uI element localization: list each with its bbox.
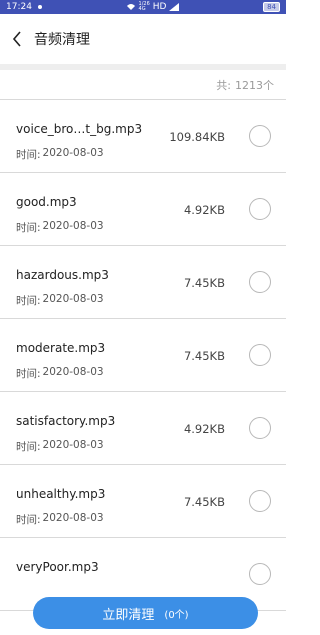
status-bar: 17:24 1/26 4G HD 84 xyxy=(0,0,286,14)
audio-file-list: voice_bro…t_bg.mp3 时间: 2020-08-03 109.84K… xyxy=(0,100,286,611)
file-size: 4.92KB xyxy=(183,203,225,217)
page-title: 音频清理 xyxy=(34,32,90,48)
file-name: satisfactory.mp3 xyxy=(16,414,116,428)
file-name: veryPoor.mp3 xyxy=(16,560,99,574)
list-item[interactable]: moderate.mp3 时间: 2020-08-03 7.45KB xyxy=(0,319,286,392)
list-item[interactable]: satisfactory.mp3 时间: 2020-08-03 4.92KB xyxy=(0,392,286,465)
file-time: 时间: 2020-08-03 xyxy=(16,366,104,380)
select-radio[interactable] xyxy=(249,490,271,512)
selected-count: (0个) xyxy=(164,609,189,621)
file-time: 时间: 2020-08-03 xyxy=(16,147,104,161)
network-bottom: 4G xyxy=(138,6,146,12)
wifi-icon xyxy=(126,4,135,10)
select-radio[interactable] xyxy=(249,417,271,439)
status-icons: 1/26 4G HD xyxy=(126,2,180,12)
file-name: voice_bro…t_bg.mp3 xyxy=(16,122,143,136)
select-radio[interactable] xyxy=(249,271,271,293)
list-item[interactable]: hazardous.mp3 时间: 2020-08-03 7.45KB xyxy=(0,246,286,319)
chevron-left-icon xyxy=(12,31,21,47)
hd-label: HD xyxy=(152,2,167,12)
file-name: good.mp3 xyxy=(16,195,77,209)
select-radio[interactable] xyxy=(249,125,271,147)
file-name: moderate.mp3 xyxy=(16,341,106,355)
select-radio[interactable] xyxy=(249,563,271,585)
file-size: 7.45KB xyxy=(183,276,225,290)
select-radio[interactable] xyxy=(249,344,271,366)
file-time: 时间: 2020-08-03 xyxy=(16,293,104,307)
app-header: 音频清理 xyxy=(0,14,286,64)
notification-dot-icon xyxy=(37,5,42,9)
file-size: 7.45KB xyxy=(183,495,225,509)
clean-now-label: 立即清理 xyxy=(102,607,155,623)
back-button[interactable] xyxy=(0,14,34,64)
list-item[interactable]: good.mp3 时间: 2020-08-03 4.92KB xyxy=(0,173,286,246)
total-count-label: 共: xyxy=(216,78,231,92)
total-count-value: 1213个 xyxy=(235,78,274,92)
file-size: 109.84KB xyxy=(169,130,225,144)
clean-now-button[interactable]: 立即清理 (0个) xyxy=(33,597,258,629)
total-count: 共: 1213个 xyxy=(0,70,286,100)
file-time: 时间: 2020-08-03 xyxy=(16,512,104,526)
signal-icon xyxy=(169,3,180,11)
file-name: hazardous.mp3 xyxy=(16,268,109,282)
list-item[interactable]: voice_bro…t_bg.mp3 时间: 2020-08-03 109.84K… xyxy=(0,100,286,173)
file-name: unhealthy.mp3 xyxy=(16,487,106,501)
file-time: 时间: 2020-08-03 xyxy=(16,220,104,234)
file-size: 4.92KB xyxy=(183,422,225,436)
select-radio[interactable] xyxy=(249,198,271,220)
status-time: 17:24 xyxy=(6,2,32,12)
battery-indicator: 84 xyxy=(263,2,280,12)
file-time: 时间: 2020-08-03 xyxy=(16,439,104,453)
file-size: 7.45KB xyxy=(183,349,225,363)
list-item[interactable]: unhealthy.mp3 时间: 2020-08-03 7.45KB xyxy=(0,465,286,538)
